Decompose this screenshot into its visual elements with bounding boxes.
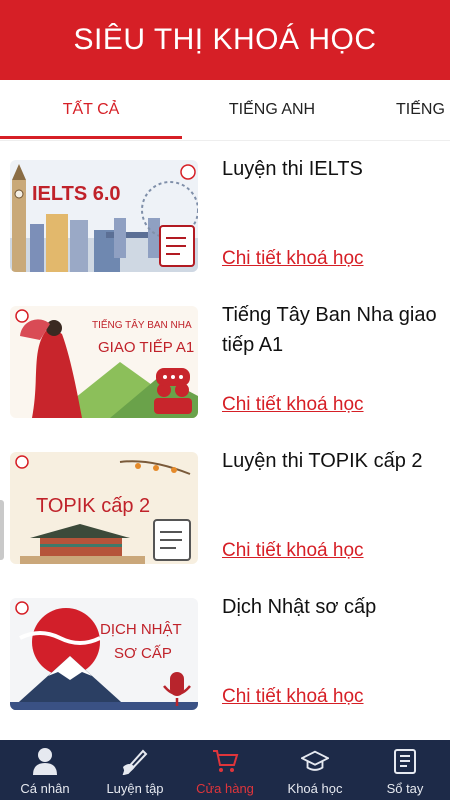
course-detail-link[interactable]: Chi tiết khoá học [222,248,364,270]
course-detail-link[interactable]: Chi tiết khoá học [222,394,364,416]
bottom-navigation: Cá nhân Luyện tập Cửa hàng Khoá học Sổ t… [0,740,450,800]
active-tab-indicator [0,136,182,139]
nav-item-notebook[interactable]: Sổ tay [360,740,450,800]
nav-label: Sổ tay [386,781,424,796]
course-thumbnail-topik[interactable]: TOPIK cấp 2 [10,452,198,564]
nav-label: Khoá học [287,781,343,796]
thumb-caption: TOPIK cấp 2 [36,495,150,517]
course-list[interactable]: IELTS 6.0 Luyện thi IELTS Chi tiết khoá … [0,140,450,740]
course-detail-link[interactable]: Chi tiết khoá học [222,686,364,708]
nav-item-courses[interactable]: Khoá học [270,740,360,800]
notebook-icon [391,747,419,775]
nav-item-profile[interactable]: Cá nhân [0,740,90,800]
page-title: SIÊU THỊ KHOÁ HỌC [73,23,377,56]
nav-label: Luyện tập [106,781,164,796]
person-icon [31,747,59,775]
course-title[interactable]: Luyện thi IELTS [222,154,442,184]
course-thumbnail-spanish[interactable]: TIẾNG TÂY BAN NHA GIAO TIẾP A1 [10,306,198,418]
course-thumbnail-japanese[interactable]: DỊCH NHẬT SƠ CẤP [10,598,198,710]
graduation-cap-icon [301,747,329,775]
app-header: SIÊU THỊ KHOÁ HỌC [0,0,450,80]
pen-hand-icon [121,747,149,775]
tab-all[interactable]: TẤT CẢ [0,80,182,140]
course-item[interactable]: TIẾNG TÂY BAN NHA GIAO TIẾP A1 Tiếng Tây… [0,286,450,432]
course-thumbnail-ielts[interactable]: IELTS 6.0 [10,160,198,272]
nav-item-practice[interactable]: Luyện tập [90,740,180,800]
course-item[interactable]: TOPIK cấp 2 Luyện thi TOPIK cấp 2 Chi ti… [0,432,450,578]
nav-label: Cửa hàng [196,781,254,796]
thumb-caption-top: DỊCH NHẬT [100,621,182,638]
course-title[interactable]: Tiếng Tây Ban Nha giao tiếp A1 [222,300,442,360]
course-title[interactable]: Luyện thi TOPIK cấp 2 [222,446,442,476]
thumb-caption: IELTS 6.0 [32,183,121,205]
drawer-edge-handle[interactable] [0,500,4,560]
tab-english[interactable]: TIẾNG ANH [182,80,362,140]
thumb-caption: SƠ CẤP [114,645,172,662]
course-title[interactable]: Dịch Nhật sơ cấp [222,592,442,622]
nav-label: Cá nhân [20,781,70,796]
nav-item-store[interactable]: Cửa hàng [180,740,270,800]
cart-icon [211,747,239,775]
thumb-caption-top: TIẾNG TÂY BAN NHA [92,318,192,331]
thumb-caption: GIAO TIẾP A1 [98,339,194,356]
category-tabs: TẤT CẢ TIẾNG ANH TIẾNG [0,80,450,141]
tab-more[interactable]: TIẾNG [396,80,445,140]
course-detail-link[interactable]: Chi tiết khoá học [222,540,364,562]
course-item[interactable]: DỊCH NHẬT SƠ CẤP Dịch Nhật sơ cấp Chi ti… [0,578,450,724]
course-item[interactable]: IELTS 6.0 Luyện thi IELTS Chi tiết khoá … [0,140,450,286]
